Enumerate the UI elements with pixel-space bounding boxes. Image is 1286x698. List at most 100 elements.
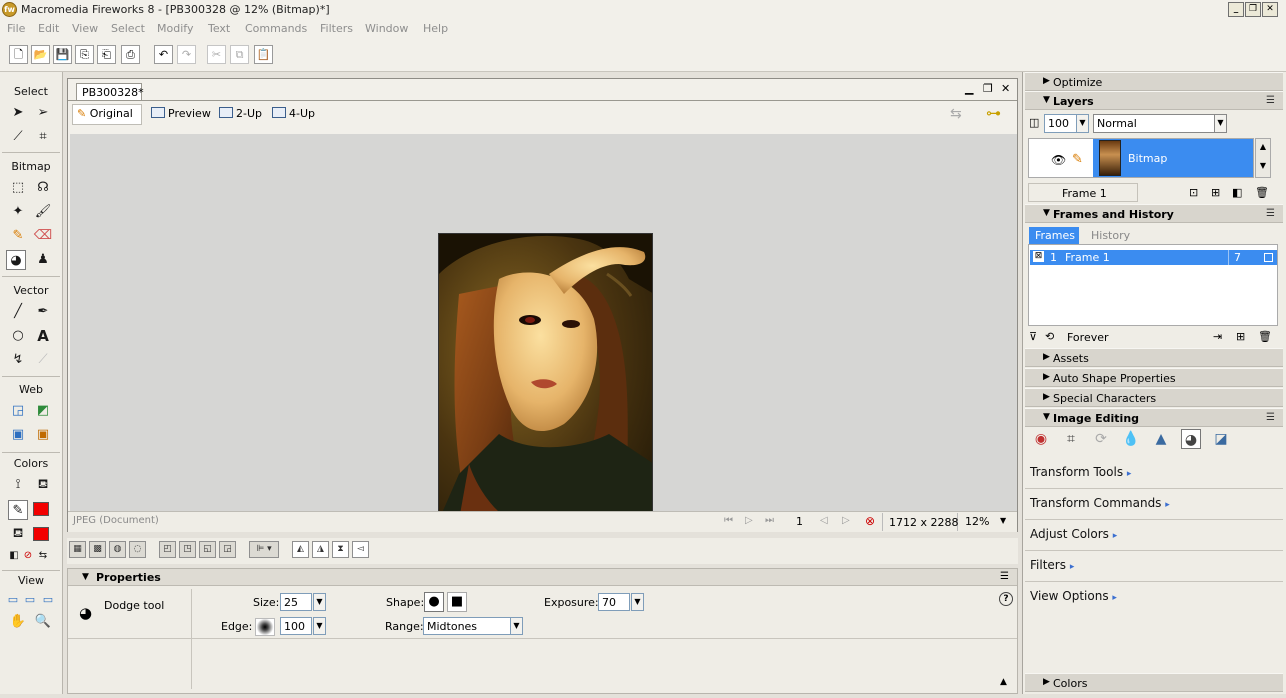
first-frame-icon[interactable]: ⏮ xyxy=(724,515,733,526)
text-tool-icon[interactable]: A xyxy=(33,326,53,346)
layers-scrollbar[interactable]: ▲ ▼ xyxy=(1255,138,1271,178)
eyedropper-tool-icon[interactable]: ⟟ xyxy=(8,475,28,495)
bitmap-image[interactable] xyxy=(438,233,653,519)
onion-skinning-icon[interactable]: ⊽ xyxy=(1029,330,1037,343)
eye-icon[interactable]: 👁 xyxy=(1051,153,1066,167)
menu-window[interactable]: Window xyxy=(365,22,408,35)
preview-in-browser-icon[interactable]: ⊶ xyxy=(986,104,1001,122)
edge-slider-button[interactable]: ▼ xyxy=(313,617,326,635)
show-hotspots-icon[interactable]: ▣ xyxy=(33,425,53,445)
menu-modify[interactable]: Modify xyxy=(157,22,193,35)
tab-preview[interactable]: Preview xyxy=(151,107,211,120)
frames-history-panel-header[interactable]: ▼ Frames and History ☰ xyxy=(1025,204,1283,223)
zoom-level[interactable]: 12% xyxy=(965,515,989,528)
marquee-tool-icon[interactable]: ⬚ xyxy=(8,178,28,198)
ungroup-icon[interactable]: ▩ xyxy=(89,541,106,558)
tab-2up[interactable]: 2-Up xyxy=(219,107,262,120)
rubber-stamp-tool-icon[interactable]: ♟ xyxy=(33,250,53,270)
menu-view[interactable]: View xyxy=(72,22,98,35)
category-transform-commands[interactable]: Transform Commands ▸ xyxy=(1030,496,1170,510)
layer-row-bitmap[interactable]: Bitmap xyxy=(1093,139,1253,177)
hand-tool-icon[interactable]: ✋ xyxy=(8,612,28,632)
dodge-tool-icon[interactable]: ◕ xyxy=(6,250,26,270)
ellipse-tool-icon[interactable]: ○ xyxy=(8,326,28,346)
tab-4up[interactable]: 4-Up xyxy=(272,107,315,120)
category-transform-tools[interactable]: Transform Tools ▸ xyxy=(1030,465,1131,479)
doc-restore-icon[interactable]: ❐ xyxy=(983,82,993,95)
category-view-options[interactable]: View Options ▸ xyxy=(1030,589,1117,603)
optimize-panel-header[interactable]: ▶ Optimize xyxy=(1025,72,1283,91)
document-tab[interactable]: PB300328* xyxy=(76,83,144,100)
split-icon[interactable]: ◌ xyxy=(129,541,146,558)
doc-close-icon[interactable]: ✕ xyxy=(1001,82,1010,95)
fill-color-swatch[interactable] xyxy=(33,527,49,541)
frame-row-1[interactable]: ⊠ 1 Frame 1 7 xyxy=(1030,250,1277,265)
fireworks-app-icon[interactable]: fw xyxy=(2,2,17,17)
replace-color-icon[interactable]: ◪ xyxy=(1211,429,1231,449)
import-icon[interactable]: ⎘ xyxy=(75,45,94,64)
frame-selector[interactable]: Frame 1 xyxy=(1028,183,1138,202)
save-icon[interactable]: 💾 xyxy=(53,45,72,64)
properties-header[interactable]: ▼ Properties ☰ xyxy=(68,569,1017,586)
menu-edit[interactable]: Edit xyxy=(38,22,59,35)
sharpen-icon[interactable]: ▲ xyxy=(1151,429,1171,449)
group-icon[interactable]: ▦ xyxy=(69,541,86,558)
prev-frame-icon[interactable]: ◁ xyxy=(820,515,828,526)
play-icon[interactable]: ▷ xyxy=(745,515,753,526)
image-editing-panel-header[interactable]: ▼ Image Editing ☰ xyxy=(1025,408,1283,427)
stroke-color-icon[interactable]: ✎ xyxy=(8,500,28,520)
auto-shape-panel-header[interactable]: ▶ Auto Shape Properties xyxy=(1025,368,1283,387)
rotate-cw-icon[interactable]: ◮ xyxy=(312,541,329,558)
add-mask-icon[interactable]: ◧ xyxy=(1232,186,1242,199)
send-backward-icon[interactable]: ◱ xyxy=(199,541,216,558)
flip-vertical-icon[interactable]: ◅ xyxy=(352,541,369,558)
edge-field[interactable]: 100 xyxy=(280,617,312,635)
onion-skin-icon[interactable]: ⊠ xyxy=(1033,251,1044,262)
lasso-tool-icon[interactable]: ☊ xyxy=(33,178,53,198)
tab-history[interactable]: History xyxy=(1083,227,1145,244)
redo-icon[interactable]: ↷ xyxy=(177,45,196,64)
close-button[interactable]: ✕ xyxy=(1262,2,1278,17)
menu-filters[interactable]: Filters xyxy=(320,22,353,35)
minimize-button[interactable]: _ xyxy=(1228,2,1244,17)
full-screen-menus-icon[interactable]: ▭ xyxy=(20,590,40,610)
zoom-dropdown-icon[interactable]: ▼ xyxy=(1000,516,1006,525)
rotate-ccw-icon[interactable]: ◭ xyxy=(292,541,309,558)
bring-forward-icon[interactable]: ◳ xyxy=(179,541,196,558)
canvas-area[interactable] xyxy=(70,134,1017,519)
undo-icon[interactable]: ↶ xyxy=(154,45,173,64)
layers-panel-header[interactable]: ▼ Layers ☰ xyxy=(1025,91,1283,110)
paste-icon[interactable]: 📋 xyxy=(254,45,273,64)
blur-icon[interactable]: 💧 xyxy=(1121,429,1141,449)
hide-hotspots-icon[interactable]: ▣ xyxy=(8,425,28,445)
dodge-icon[interactable]: ◕ xyxy=(1181,429,1201,449)
square-shape-button[interactable]: ■ xyxy=(447,592,467,612)
copy-icon[interactable]: ⧉ xyxy=(230,45,249,64)
exposure-slider-button[interactable]: ▼ xyxy=(631,593,644,611)
include-frame-checkbox[interactable] xyxy=(1264,253,1273,262)
new-layer-icon[interactable]: ⊞ xyxy=(1211,186,1220,199)
crop-icon[interactable]: ⌗ xyxy=(1061,429,1081,449)
print-icon[interactable]: ⎙ xyxy=(121,45,140,64)
freeform-tool-icon[interactable]: ↯ xyxy=(8,350,28,370)
subselection-tool-icon[interactable]: ➢ xyxy=(33,103,53,123)
paint-bucket-tool-icon[interactable]: ⛾ xyxy=(33,475,53,495)
send-back-icon[interactable]: ◲ xyxy=(219,541,236,558)
pointer-tool-icon[interactable]: ➤ xyxy=(8,103,28,123)
collapse-triangle-icon[interactable]: ▼ xyxy=(82,572,89,582)
next-frame-icon[interactable]: ▷ xyxy=(842,515,850,526)
menu-commands[interactable]: Commands xyxy=(245,22,307,35)
eraser-tool-icon[interactable]: ⌫ xyxy=(33,226,53,246)
flip-horizontal-icon[interactable]: ⧗ xyxy=(332,541,349,558)
hotspot-tool-icon[interactable]: ◲ xyxy=(8,401,28,421)
looping-icon[interactable]: ⟲ xyxy=(1045,330,1054,343)
panel-options-icon[interactable]: ☰ xyxy=(1000,571,1009,582)
menu-file[interactable]: File xyxy=(7,22,25,35)
help-icon[interactable]: ? xyxy=(999,592,1013,606)
fill-color-icon[interactable]: ⛾ xyxy=(8,524,28,544)
doc-minimize-icon[interactable]: ▁ xyxy=(965,82,973,95)
blend-mode-select[interactable]: Normal xyxy=(1093,114,1215,133)
document-dimensions[interactable]: 1712 x 2288 xyxy=(882,513,959,531)
menu-text[interactable]: Text xyxy=(208,22,230,35)
special-characters-panel-header[interactable]: ▶ Special Characters xyxy=(1025,388,1283,407)
